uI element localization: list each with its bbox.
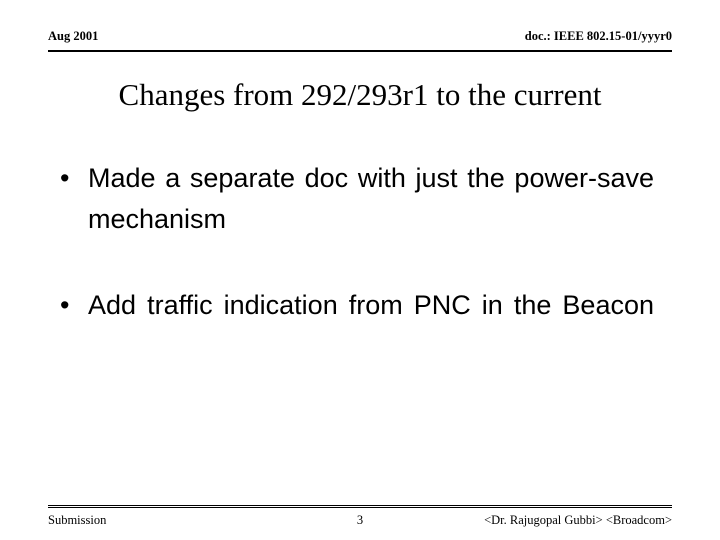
header-date: Aug 2001	[48, 29, 99, 43]
list-item: • Made a separate doc with just the powe…	[48, 158, 654, 281]
list-item: • Add traffic indication from PNC in the…	[48, 285, 654, 367]
footer-author: <Dr. Rajugopal Gubbi> <Broadcom>	[484, 513, 672, 527]
page-title: Changes from 292/293r1 to the current	[118, 77, 602, 112]
list-item-label: Made a separate doc with just the power-…	[88, 163, 654, 234]
bullet-point-icon: •	[60, 290, 70, 320]
slide-header: Aug 2001 doc.: IEEE 802.15-01/yyyr0	[48, 28, 672, 52]
bullet-point-icon: •	[60, 163, 70, 193]
slide-page: Aug 2001 doc.: IEEE 802.15-01/yyyr0 Chan…	[0, 0, 720, 540]
header-doc-number: doc.: IEEE 802.15-01/yyyr0	[524, 29, 672, 43]
slide-footer: Submission 3 <Dr. Rajugopal Gubbi> <Broa…	[48, 505, 672, 534]
bullet-list: • Made a separate doc with just the powe…	[48, 158, 654, 367]
list-item-label: Add traffic indication from PNC in the B…	[88, 290, 654, 320]
